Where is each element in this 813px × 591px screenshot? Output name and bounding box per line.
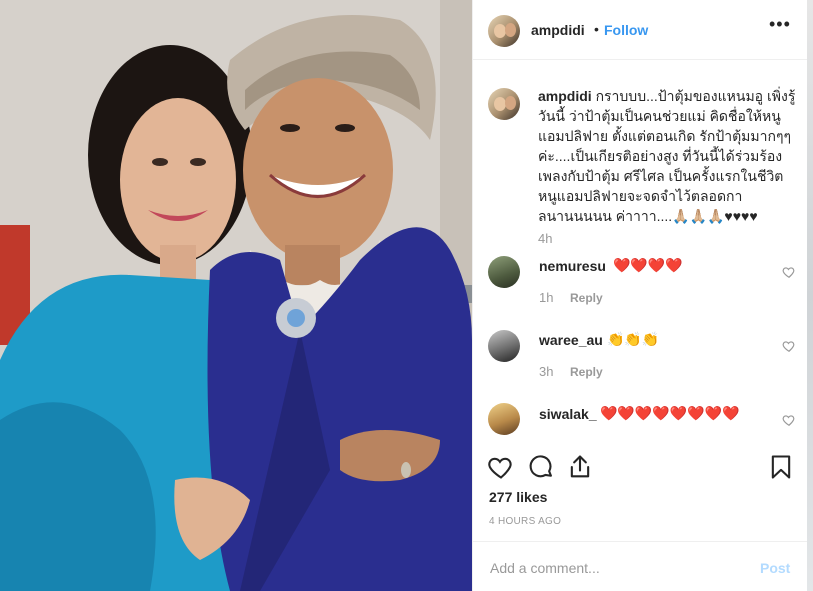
caption-timestamp[interactable]: 4h bbox=[538, 231, 552, 246]
caption-username[interactable]: ampdidi bbox=[538, 88, 592, 104]
background-edge bbox=[807, 0, 813, 591]
comment-bubble-icon[interactable] bbox=[527, 453, 555, 481]
author-username[interactable]: ampdidi bbox=[531, 22, 585, 38]
author-avatar[interactable] bbox=[488, 15, 520, 47]
post-photo[interactable] bbox=[0, 0, 472, 591]
like-comment-icon[interactable] bbox=[782, 265, 796, 279]
separator-dot: • bbox=[594, 21, 599, 37]
comment-username[interactable]: waree_au bbox=[539, 332, 603, 348]
commenter-avatar[interactable] bbox=[488, 256, 520, 288]
follow-button[interactable]: Follow bbox=[604, 22, 648, 38]
reply-button[interactable]: Reply bbox=[570, 365, 603, 379]
comment-username[interactable]: nemuresu bbox=[539, 258, 606, 274]
like-comment-icon[interactable] bbox=[782, 413, 796, 427]
commenter-avatar[interactable] bbox=[488, 330, 520, 362]
comment-text: ❤️❤️❤️❤️ bbox=[613, 257, 683, 273]
comment-input[interactable] bbox=[488, 556, 752, 580]
commenter-avatar[interactable] bbox=[488, 403, 520, 435]
photo-illustration bbox=[0, 0, 472, 591]
comment-text: 👏👏👏 bbox=[607, 331, 660, 347]
more-options-icon[interactable]: ••• bbox=[769, 14, 791, 35]
add-comment-bar: Post bbox=[473, 541, 807, 591]
comments-list[interactable]: ampdidi กราบบบ...ป้าตุ้มของแหนมอู เพิ่งร… bbox=[473, 60, 807, 453]
bookmark-icon[interactable] bbox=[767, 453, 795, 481]
heart-outline-icon[interactable] bbox=[487, 453, 515, 481]
comment-timestamp[interactable]: 3h bbox=[539, 364, 553, 379]
like-comment-icon[interactable] bbox=[782, 339, 796, 353]
comment-username[interactable]: siwalak_ bbox=[539, 406, 597, 422]
share-icon[interactable] bbox=[566, 453, 594, 481]
post-side-panel: ampdidi • Follow ••• ampdidi กราบบบ...ป้… bbox=[472, 0, 807, 591]
post-caption: ampdidi กราบบบ...ป้าตุ้มของแหนมอู เพิ่งร… bbox=[538, 86, 798, 226]
post-comment-button[interactable]: Post bbox=[760, 560, 790, 576]
comment-timestamp[interactable]: 1h bbox=[539, 290, 553, 305]
reply-button[interactable]: Reply bbox=[570, 291, 603, 305]
likes-count[interactable]: 277 likes bbox=[489, 489, 547, 505]
caption-author-avatar[interactable] bbox=[488, 88, 520, 120]
caption-text: กราบบบ...ป้าตุ้มของแหนมอู เพิ่งรู้วันนี้… bbox=[538, 88, 796, 224]
post-timestamp[interactable]: 4 HOURS AGO bbox=[489, 516, 561, 527]
comment-text: ❤️❤️❤️❤️❤️❤️❤️❤️ bbox=[600, 405, 740, 421]
post-header: ampdidi • Follow ••• bbox=[473, 0, 807, 60]
